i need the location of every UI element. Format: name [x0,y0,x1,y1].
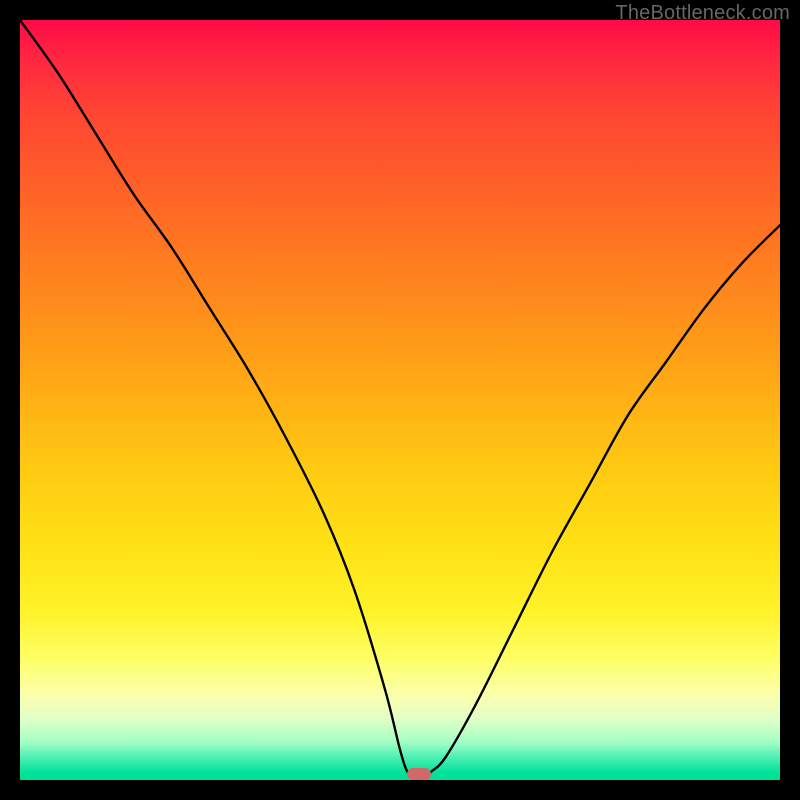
curve-path [20,20,780,781]
chart-container: TheBottleneck.com [0,0,800,800]
watermark-label: TheBottleneck.com [615,2,790,25]
bottleneck-curve [20,20,780,780]
optimum-marker [407,768,431,780]
plot-area [20,20,780,780]
